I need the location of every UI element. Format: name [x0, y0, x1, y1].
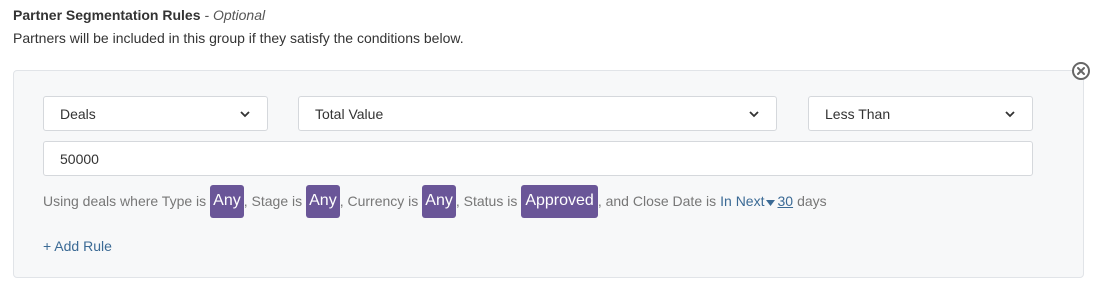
chevron-down-icon [240, 110, 250, 117]
optional-label: - Optional [204, 7, 266, 23]
operator-select-value: Less Than [825, 105, 891, 122]
filter-prefix: Using deals where Type is [43, 193, 207, 209]
status-label: , Status is [455, 193, 518, 209]
section-description: Partners will be included in this group … [13, 30, 464, 46]
remove-rule-button[interactable] [1072, 62, 1090, 80]
object-select[interactable]: Deals [43, 96, 268, 131]
section-header: Partner Segmentation Rules - Optional Pa… [13, 6, 464, 47]
chevron-down-icon [1005, 110, 1015, 117]
close-date-mode-link[interactable]: In Next [720, 193, 777, 209]
currency-filter-pill[interactable]: Any [422, 184, 456, 218]
field-select-value: Total Value [315, 105, 384, 122]
close-date-amount-link[interactable]: 30 [777, 193, 793, 209]
section-title: Partner Segmentation Rules - Optional [13, 6, 464, 24]
stage-label: , Stage is [243, 193, 303, 209]
close-date-mode-text: In Next [720, 193, 765, 209]
close-circle-icon [1077, 67, 1085, 75]
currency-label: , Currency is [339, 193, 419, 209]
value-input[interactable]: 50000 [43, 141, 1033, 176]
status-filter-pill[interactable]: Approved [521, 184, 598, 218]
close-date-unit: days [797, 193, 827, 209]
type-filter-pill[interactable]: Any [210, 184, 244, 218]
object-select-value: Deals [60, 105, 96, 122]
chevron-down-icon [749, 110, 759, 117]
caret-down-icon [766, 200, 776, 206]
add-rule-button[interactable]: + Add Rule [43, 238, 112, 254]
field-select[interactable]: Total Value [298, 96, 777, 131]
value-input-text: 50000 [60, 150, 99, 167]
section-title-text: Partner Segmentation Rules [13, 7, 201, 23]
operator-select[interactable]: Less Than [808, 96, 1033, 131]
close-date-label: , and Close Date is [597, 193, 717, 209]
stage-filter-pill[interactable]: Any [306, 184, 340, 218]
deal-filter-sentence: Using deals where Type is Any , Stage is… [43, 184, 827, 218]
